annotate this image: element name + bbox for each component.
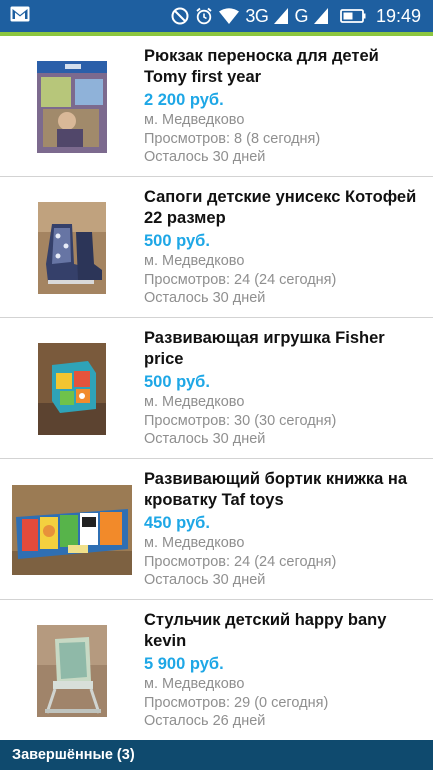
completed-section-bar[interactable]: Завершённые (3) bbox=[0, 740, 433, 770]
listing-views: Просмотров: 30 (30 сегодня) bbox=[144, 412, 337, 429]
listing-list[interactable]: Рюкзак переноска для детей Tomy first ye… bbox=[0, 36, 433, 740]
listing-metro: м. Медведково bbox=[144, 676, 245, 692]
listing-views: Просмотров: 8 (8 сегодня) bbox=[144, 130, 321, 147]
do-not-disturb-icon bbox=[171, 7, 189, 25]
listing-title[interactable]: Развивающий бортик книжка на кроватку Ta… bbox=[144, 469, 425, 511]
listing-views: Просмотров: 24 (24 сегодня) bbox=[144, 271, 337, 288]
listing-price: 2 200 руб. bbox=[144, 91, 224, 109]
listing-remaining: Осталось 30 дней bbox=[144, 149, 266, 165]
completed-section-label[interactable]: Завершённые (3) bbox=[12, 747, 135, 763]
listing-thumbnail bbox=[0, 177, 143, 318]
listing-title[interactable]: Рюкзак переноска для детей Tomy first ye… bbox=[144, 46, 425, 88]
listing-metro: м. Медведково bbox=[144, 253, 245, 269]
listing-metro: м. Медведково bbox=[144, 112, 245, 128]
listing-price: 500 руб. bbox=[144, 373, 210, 391]
listing-item[interactable]: Сапоги детские унисекс Котофей 22 размер… bbox=[0, 177, 433, 318]
listing-thumbnail bbox=[0, 318, 143, 459]
battery-icon bbox=[340, 9, 366, 23]
listing-remaining: Осталось 30 дней bbox=[144, 572, 266, 588]
status-bar: 3G G 19:49 bbox=[0, 0, 433, 32]
listing-title[interactable]: Стульчик детский happy bany kevin bbox=[144, 610, 425, 652]
signal-icon-2 bbox=[313, 8, 328, 24]
listing-thumbnail bbox=[0, 36, 143, 177]
listing-item[interactable]: Развивающая игрушка Fisher price 500 руб… bbox=[0, 318, 433, 459]
signal-icon bbox=[274, 8, 289, 24]
network-type-label-2: G bbox=[294, 5, 308, 26]
gmail-icon bbox=[10, 6, 30, 27]
network-type-label: 3G bbox=[245, 5, 269, 26]
listing-metro: м. Медведково bbox=[144, 394, 245, 410]
listing-item[interactable]: Рюкзак переноска для детей Tomy first ye… bbox=[0, 36, 433, 177]
alarm-icon bbox=[195, 7, 213, 25]
listing-price: 450 руб. bbox=[144, 514, 210, 532]
listing-title[interactable]: Развивающая игрушка Fisher price bbox=[144, 328, 425, 370]
listing-price: 500 руб. bbox=[144, 232, 210, 250]
listing-thumbnail bbox=[0, 459, 143, 600]
listing-title[interactable]: Сапоги детские унисекс Котофей 22 размер bbox=[144, 187, 425, 229]
listing-remaining: Осталось 30 дней bbox=[144, 290, 266, 306]
wifi-icon bbox=[219, 8, 240, 24]
listing-views: Просмотров: 24 (24 сегодня) bbox=[144, 553, 337, 570]
listing-metro: м. Медведково bbox=[144, 535, 245, 551]
listing-price: 5 900 руб. bbox=[144, 655, 224, 673]
listing-remaining: Осталось 30 дней bbox=[144, 431, 266, 447]
listing-item[interactable]: Стульчик детский happy bany kevin 5 900 … bbox=[0, 600, 433, 740]
listing-remaining: Осталось 26 дней bbox=[144, 713, 266, 729]
listing-item[interactable]: Развивающий бортик книжка на кроватку Ta… bbox=[0, 459, 433, 600]
listing-views: Просмотров: 29 (0 сегодня) bbox=[144, 694, 329, 711]
clock: 19:49 bbox=[375, 5, 421, 26]
listing-thumbnail bbox=[0, 600, 143, 740]
